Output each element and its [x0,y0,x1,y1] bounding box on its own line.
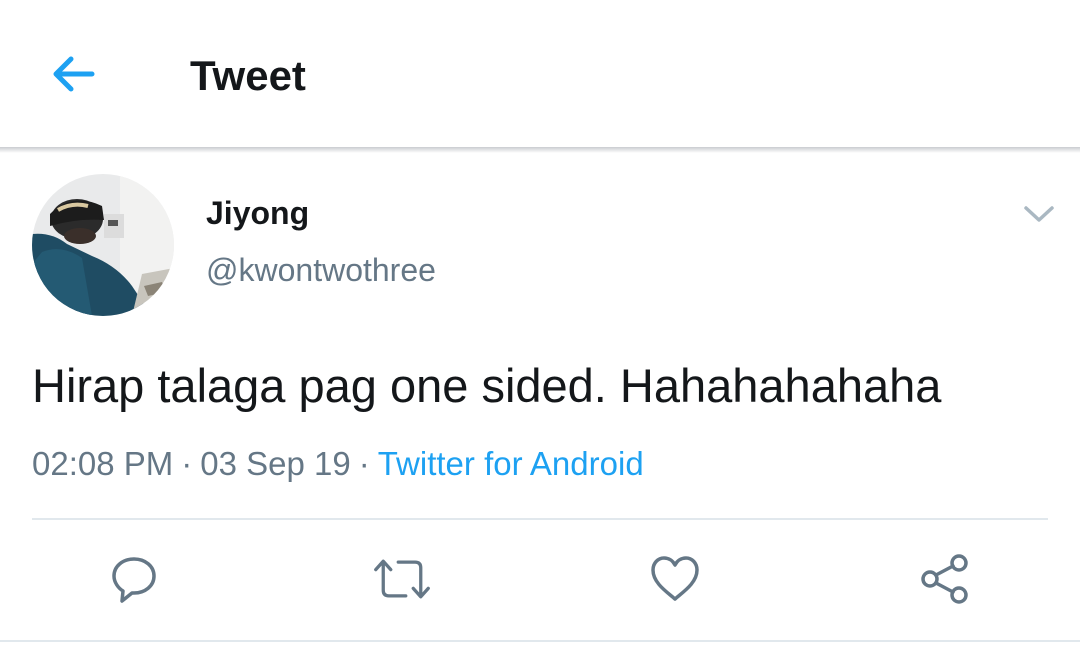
share-icon [921,554,968,604]
avatar[interactable] [32,174,174,316]
tweet-date: 03 Sep 19 [200,445,351,482]
reply-button[interactable] [104,550,164,608]
like-button[interactable] [645,550,705,608]
reply-icon [112,557,156,603]
meta-separator: · [358,445,370,482]
back-button[interactable] [44,48,104,100]
user-photo [32,174,174,316]
tweet-meta: 02:08 PM · 03 Sep 19 · Twitter for Android [32,443,644,485]
chevron-down-icon [1024,206,1054,222]
arrow-left-icon [53,56,95,92]
page-title: Tweet [190,52,306,99]
header-divider [0,147,1080,153]
author-name[interactable]: Jiyong [206,193,309,233]
tweet-menu-button[interactable] [1018,196,1060,232]
tweet-text: Hirap talaga pag one sided. Hahahahahaha [32,359,942,412]
retweet-button[interactable] [372,550,432,608]
bottom-divider [0,640,1080,642]
share-button[interactable] [915,550,975,608]
tweet-time: 02:08 PM [32,445,174,482]
divider [32,518,1048,520]
author-handle[interactable]: @kwontwothree [206,250,436,290]
retweet-icon [374,559,430,599]
heart-icon [651,556,699,601]
top-bar: Tweet [0,0,1080,148]
meta-separator: · [181,445,193,482]
tweet-source-link[interactable]: Twitter for Android [378,445,644,482]
